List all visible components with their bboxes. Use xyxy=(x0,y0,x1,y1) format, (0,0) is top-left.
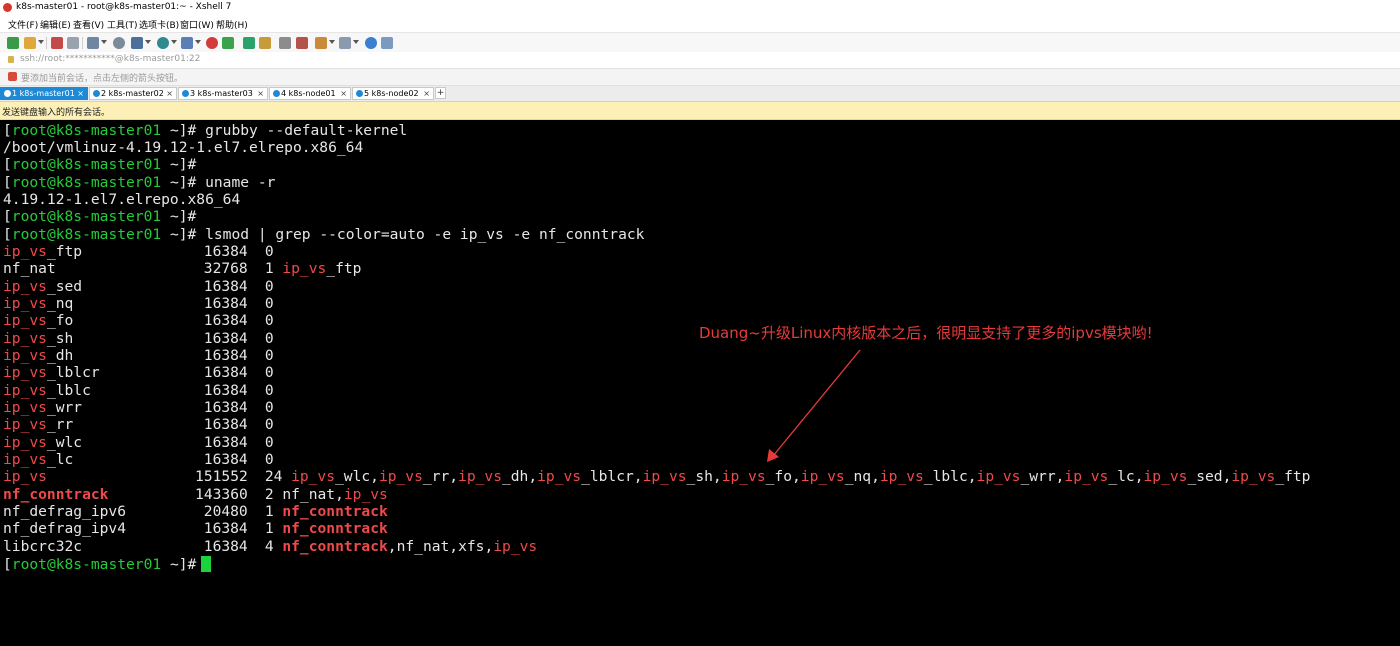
annotation-text: Duang~升级Linux内核版本之后，很明显支持了更多的ipvs模块哟! xyxy=(699,324,1153,342)
